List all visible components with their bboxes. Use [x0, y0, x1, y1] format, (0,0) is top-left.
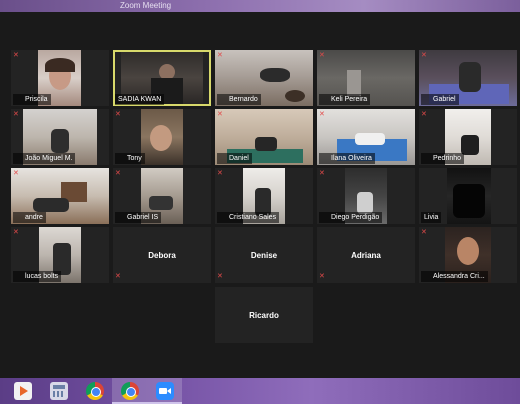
- chrome-icon[interactable]: [121, 382, 139, 400]
- participant-tile[interactable]: ✕ Tony: [113, 109, 211, 165]
- participant-tile-no-video[interactable]: Ricardo: [215, 287, 313, 343]
- muted-mic-icon: ✕: [115, 170, 121, 177]
- muted-mic-icon: ✕: [115, 111, 121, 118]
- participant-name: Priscila: [13, 94, 51, 105]
- window-titlebar: Zoom Meeting: [0, 0, 520, 12]
- media-player-icon[interactable]: [14, 382, 32, 400]
- muted-mic-icon: ✕: [217, 170, 223, 177]
- participant-tile[interactable]: ✕ Bernardo: [215, 50, 313, 106]
- participant-tile[interactable]: ✕ João Miguel M.: [11, 109, 109, 165]
- participant-tile[interactable]: ✕ Keli Pereira: [317, 50, 415, 106]
- calculator-icon[interactable]: [50, 382, 68, 400]
- participant-name: Cristiano Sales: [217, 212, 280, 223]
- person-silhouette: [255, 137, 277, 151]
- person-silhouette: [357, 192, 373, 214]
- muted-mic-icon: ✕: [319, 170, 325, 177]
- window-title: Zoom Meeting: [120, 1, 172, 10]
- top-band: [0, 12, 520, 50]
- person-silhouette: [355, 133, 385, 145]
- floor-object: [285, 90, 305, 102]
- participant-tile[interactable]: ✕ Daniel: [215, 109, 313, 165]
- participant-name: Ricardo: [249, 310, 279, 320]
- participant-name: Debora: [148, 250, 176, 260]
- muted-mic-icon: ✕: [13, 229, 19, 236]
- muted-mic-icon: ✕: [217, 273, 223, 280]
- participant-name: SADIA KWAN: [115, 94, 165, 105]
- participant-tile-no-video[interactable]: Adriana ✕: [317, 227, 415, 283]
- participant-tile-no-video[interactable]: Debora ✕: [113, 227, 211, 283]
- muted-mic-icon: ✕: [13, 111, 19, 118]
- person-silhouette: [260, 68, 290, 82]
- person-silhouette: [461, 135, 479, 155]
- muted-mic-icon: ✕: [421, 52, 427, 59]
- person-silhouette: [459, 62, 481, 92]
- zoom-icon[interactable]: [156, 382, 174, 400]
- chrome-icon[interactable]: [86, 382, 104, 400]
- participant-name: Daniel: [217, 153, 252, 164]
- muted-mic-icon: ✕: [319, 52, 325, 59]
- muted-mic-icon: ✕: [13, 52, 19, 59]
- person-face: [150, 125, 172, 151]
- participant-name: andre: [13, 212, 46, 223]
- muted-mic-icon: ✕: [421, 111, 427, 118]
- person-silhouette: [149, 196, 173, 210]
- participant-tile[interactable]: ✕ Pedrinho: [419, 109, 517, 165]
- participant-name: Keli Pereira: [319, 94, 371, 105]
- participant-tile[interactable]: ✕ Cristiano Sales: [215, 168, 313, 224]
- muted-mic-icon: ✕: [319, 273, 325, 280]
- taskbar: [0, 378, 520, 404]
- participant-tile[interactable]: ✕ Ilana Oliveira: [317, 109, 415, 165]
- participant-tile-active-speaker[interactable]: SADIA KWAN: [113, 50, 211, 106]
- muted-mic-icon: ✕: [13, 170, 19, 177]
- participant-tile[interactable]: ✕ Priscila: [11, 50, 109, 106]
- zoom-camera: [159, 388, 167, 394]
- participant-name: Alessandra Cri...: [421, 271, 488, 282]
- participant-name: Livia: [421, 212, 442, 223]
- participant-tile[interactable]: ✕ Gabriel: [419, 50, 517, 106]
- person-silhouette: [33, 198, 69, 212]
- participant-name: Tony: [115, 153, 145, 164]
- participant-tile[interactable]: ✕ Alessandra Cri...: [419, 227, 517, 283]
- hair-shape: [45, 58, 75, 72]
- muted-mic-icon: ✕: [115, 273, 121, 280]
- participant-name: Gabriel IS: [115, 212, 162, 223]
- dark-object: [453, 184, 485, 218]
- muted-mic-icon: ✕: [217, 111, 223, 118]
- zoom-lens: [167, 388, 171, 394]
- participant-name: Denise: [250, 250, 278, 260]
- participant-tile[interactable]: ✕ Gabriel IS: [113, 168, 211, 224]
- participant-name: Bernardo: [217, 94, 261, 105]
- participant-tile[interactable]: ✕ Diego Perdigão: [317, 168, 415, 224]
- participant-name: Pedrinho: [421, 153, 465, 164]
- muted-mic-icon: ✕: [421, 229, 427, 236]
- participant-tile[interactable]: ✕ lucas bolts: [11, 227, 109, 283]
- participant-tile[interactable]: Livia: [419, 168, 517, 224]
- participant-name: Ilana Oliveira: [319, 153, 375, 164]
- muted-mic-icon: ✕: [319, 111, 325, 118]
- calculator-keys: [53, 391, 65, 397]
- person-silhouette: [51, 129, 69, 153]
- person-silhouette: [347, 70, 361, 96]
- chrome-center: [91, 387, 101, 397]
- participant-tile[interactable]: ✕ andre: [11, 168, 109, 224]
- chrome-center: [126, 387, 136, 397]
- participant-name: lucas bolts: [13, 271, 62, 282]
- participant-name: Gabriel: [421, 94, 459, 105]
- person-face: [457, 237, 479, 265]
- calculator-screen: [53, 385, 65, 389]
- play-triangle: [20, 386, 28, 396]
- participant-name: Diego Perdigão: [319, 212, 383, 223]
- participant-name: Adriana: [351, 250, 381, 260]
- participant-tile-no-video[interactable]: Denise ✕: [215, 227, 313, 283]
- muted-mic-icon: ✕: [217, 52, 223, 59]
- participant-name: João Miguel M.: [13, 153, 76, 164]
